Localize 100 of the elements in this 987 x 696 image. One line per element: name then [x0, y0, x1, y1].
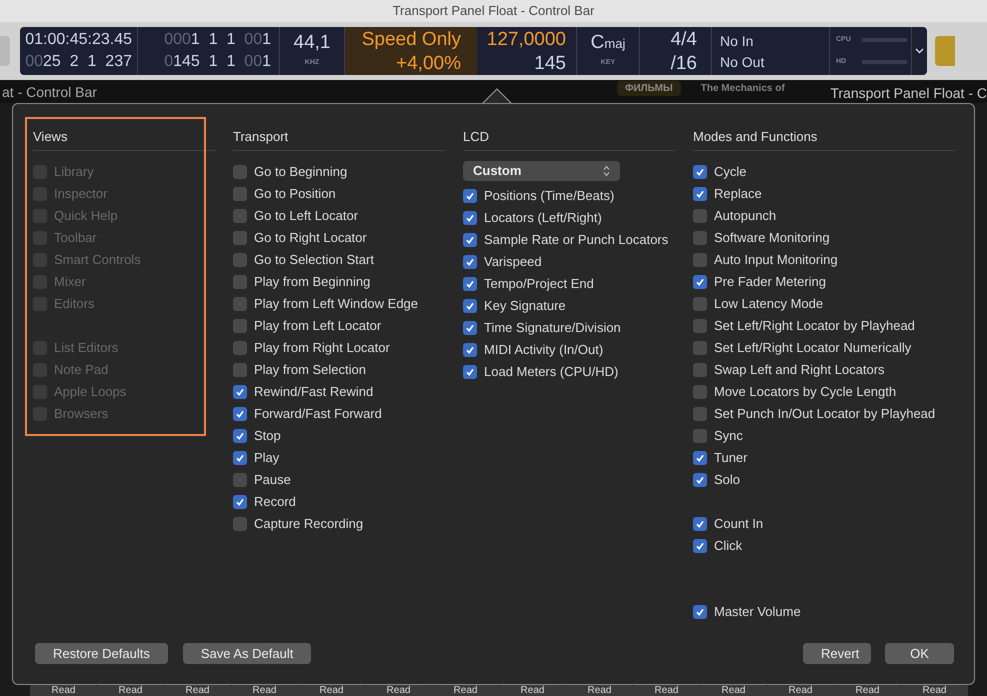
checkbox[interactable]: [233, 428, 247, 442]
checkbox-label: Set Left/Right Locator by Playhead: [714, 316, 915, 335]
checkbox[interactable]: [233, 472, 247, 486]
lcd-digits: 00: [244, 54, 262, 70]
check-icon: [235, 386, 245, 396]
lcd-digits: 1: [262, 32, 271, 48]
checkbox[interactable]: [693, 450, 707, 464]
checkbox[interactable]: [693, 516, 707, 530]
check-icon: [695, 518, 705, 528]
automation-mode: Read: [30, 685, 97, 696]
check-icon: [465, 278, 475, 288]
checkbox[interactable]: [693, 296, 707, 310]
check-icon: [235, 496, 245, 506]
checkbox-label: Count In: [714, 514, 764, 533]
automation-mode: Read: [432, 685, 499, 696]
checkbox[interactable]: [693, 252, 707, 266]
checkbox[interactable]: [693, 428, 707, 442]
checkbox-label: Auto Input Monitoring: [714, 250, 838, 269]
automation-mode: Read: [231, 685, 298, 696]
checkbox[interactable]: [233, 318, 247, 332]
checkbox[interactable]: [693, 274, 707, 288]
dialog-button[interactable]: Save As Default: [182, 643, 312, 664]
check-icon: [465, 190, 475, 200]
checkbox[interactable]: [233, 252, 247, 266]
preset-dropdown[interactable]: Custom: [463, 160, 620, 180]
checkbox[interactable]: [233, 406, 247, 420]
checkbox[interactable]: [693, 208, 707, 222]
dialog-button[interactable]: Revert: [803, 643, 871, 664]
checkbox[interactable]: [463, 320, 477, 334]
checkbox-label: Load Meters (CPU/HD): [484, 362, 618, 381]
checkbox[interactable]: [233, 362, 247, 376]
checkbox-label: Go to Position: [254, 184, 336, 203]
checkbox-label: Time Signature/Division: [484, 318, 621, 337]
lcd-digits: 1 1 1: [190, 32, 236, 48]
checkbox[interactable]: [693, 186, 707, 200]
checkbox[interactable]: [693, 406, 707, 420]
checkbox[interactable]: [233, 494, 247, 508]
check-icon: [465, 234, 475, 244]
check-icon: [695, 606, 705, 616]
checkbox-label: Pre Fader Metering: [714, 272, 826, 291]
dialog-button[interactable]: OK: [885, 643, 954, 664]
checkbox[interactable]: [463, 364, 477, 378]
toolbar-button[interactable]: [0, 36, 10, 66]
toolbar-button[interactable]: [935, 36, 955, 66]
checkbox[interactable]: [693, 318, 707, 332]
checkbox[interactable]: [463, 254, 477, 268]
checkbox-label: Play from Left Locator: [254, 316, 382, 335]
checkbox[interactable]: [233, 164, 247, 178]
checkbox[interactable]: [693, 472, 707, 486]
checkbox[interactable]: [463, 188, 477, 202]
checkbox-label: Go to Right Locator: [254, 228, 367, 247]
check-icon: [695, 276, 705, 286]
check-icon: [695, 540, 705, 550]
lcd-digits: 0: [164, 54, 174, 70]
checkbox[interactable]: [693, 604, 707, 618]
lcd-digits: 01:00:45:23.45: [25, 32, 132, 48]
checkbox-label: Set Punch In/Out Locator by Playhead: [714, 404, 936, 423]
checkbox[interactable]: [233, 230, 247, 244]
checkbox[interactable]: [233, 516, 247, 530]
checkbox-label: Click: [714, 536, 742, 555]
checkbox[interactable]: [463, 232, 477, 246]
checkbox[interactable]: [233, 274, 247, 288]
checkbox[interactable]: [463, 276, 477, 290]
checkbox[interactable]: [233, 450, 247, 464]
checkbox-label: Cycle: [714, 162, 747, 181]
checkbox-label: Set Left/Right Locator Numerically: [714, 338, 912, 357]
checkbox[interactable]: [233, 208, 247, 222]
checkbox[interactable]: [463, 342, 477, 356]
checkbox-label: Play from Right Locator: [254, 338, 390, 357]
check-icon: [465, 256, 475, 266]
section-heading: Transport: [233, 127, 445, 150]
checkbox-label: Master Volume: [714, 602, 801, 621]
checkbox-label: Varispeed: [484, 252, 542, 271]
checkbox-label: Note Pad: [54, 360, 108, 379]
checkbox[interactable]: [463, 210, 477, 224]
checkbox-label: Record: [254, 492, 296, 511]
checkbox[interactable]: [693, 384, 707, 398]
checkbox[interactable]: [693, 538, 707, 552]
checkbox[interactable]: [233, 186, 247, 200]
checkbox[interactable]: [693, 340, 707, 354]
checkbox[interactable]: [233, 340, 247, 354]
track-caption: The Mechanics of: [700, 82, 785, 96]
chevron-down-icon[interactable]: [915, 48, 924, 54]
lcd-digits: 000: [164, 32, 191, 48]
checkbox-label: MIDI Activity (In/Out): [484, 340, 604, 359]
automation-mode: Read: [700, 685, 767, 696]
genre-badge: ФИЛЬМЫ: [616, 81, 681, 96]
checkbox-label: Browsers: [54, 404, 108, 423]
checkbox[interactable]: [693, 362, 707, 376]
lcd-speed-mode: Speed Only: [362, 30, 461, 48]
checkbox[interactable]: [233, 296, 247, 310]
checkbox[interactable]: [233, 384, 247, 398]
dialog-button[interactable]: Restore Defaults: [35, 643, 168, 664]
checkbox[interactable]: [693, 164, 707, 178]
checkbox[interactable]: [693, 230, 707, 244]
check-icon: [695, 474, 705, 484]
checkbox-label: Key Signature: [484, 296, 566, 315]
up-down-chevron-icon: [603, 164, 610, 176]
checkbox-label: Play from Left Window Edge: [254, 294, 418, 313]
checkbox[interactable]: [463, 298, 477, 312]
